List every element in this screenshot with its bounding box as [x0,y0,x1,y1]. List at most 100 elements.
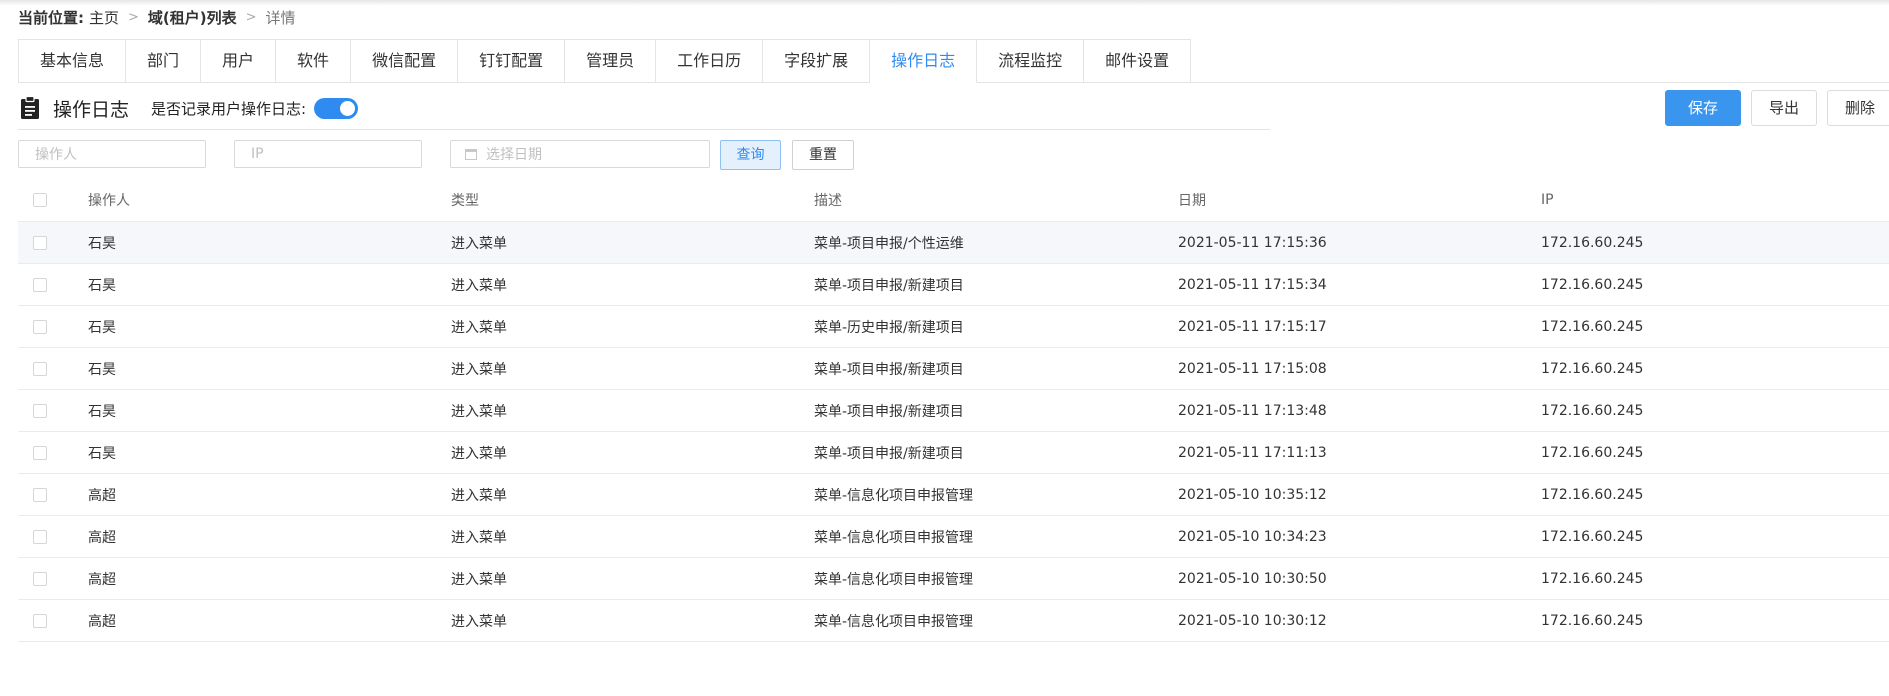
operator-cell: 石昊 [88,445,116,462]
delete-button[interactable]: 删除 [1826,90,1889,126]
table-header: 操作人 类型 描述 日期 IP [18,179,1889,222]
date-cell: 2021-05-10 10:30:12 [1178,612,1327,629]
table-row[interactable]: 石昊 进入菜单 菜单-项目申报/新建项目 2021-05-11 17:13:48… [18,390,1889,432]
operation-log-table: 操作人 类型 描述 日期 IP 石昊 进入菜单 菜单-项目申报/个性运维 202… [18,179,1889,642]
row-checkbox[interactable] [33,571,47,586]
table-row[interactable]: 石昊 进入菜单 菜单-项目申报/个性运维 2021-05-11 17:15:36… [18,222,1889,264]
ip-cell: 172.16.60.245 [1541,528,1644,545]
row-checkbox[interactable] [33,277,47,292]
type-cell: 进入菜单 [451,403,507,420]
query-button[interactable]: 查询 [720,140,781,170]
tab-software[interactable]: 软件 [276,40,352,83]
save-button[interactable]: 保存 [1664,90,1741,126]
operator-placeholder: 操作人 [35,147,77,163]
ip-cell: 172.16.60.245 [1541,612,1644,629]
operator-cell: 高超 [88,571,116,588]
tab-field-extension[interactable]: 字段扩展 [763,40,871,83]
column-header-description[interactable]: 描述 [814,179,842,221]
tab-departments[interactable]: 部门 [126,40,202,83]
operator-cell: 高超 [88,613,116,630]
select-all-cell [33,179,47,221]
table-row[interactable]: 石昊 进入菜单 菜单-项目申报/新建项目 2021-05-11 17:15:08… [18,348,1889,390]
breadcrumb-domain-list[interactable]: 域(租户)列表 [148,7,237,28]
description-cell: 菜单-项目申报/新建项目 [814,403,964,420]
row-checkbox[interactable] [33,445,47,460]
breadcrumb-current: 详情 [265,8,296,27]
ip-placeholder: IP [251,146,264,162]
description-cell: 菜单-信息化项目申报管理 [814,487,974,504]
table-body: 石昊 进入菜单 菜单-项目申报/个性运维 2021-05-11 17:15:36… [18,222,1889,642]
log-toggle-label: 是否记录用户操作日志: [151,99,307,118]
ip-input[interactable]: IP [234,140,422,168]
ip-cell: 172.16.60.245 [1541,234,1644,251]
ip-cell: 172.16.60.245 [1541,402,1644,419]
table-row[interactable]: 石昊 进入菜单 菜单-历史申报/新建项目 2021-05-11 17:15:17… [18,306,1889,348]
operator-cell: 石昊 [88,403,116,420]
operator-cell: 石昊 [88,277,116,294]
type-cell: 进入菜单 [451,487,507,504]
description-cell: 菜单-项目申报/新建项目 [814,445,964,462]
log-toggle-switch[interactable] [314,97,359,119]
breadcrumb-label: 当前位置: [18,8,84,27]
row-checkbox[interactable] [33,235,47,250]
date-picker[interactable]: 选择日期 [450,140,710,168]
section-title: 操作日志 [53,98,130,121]
operator-cell: 高超 [88,529,116,546]
tab-wechat-config[interactable]: 微信配置 [351,40,459,83]
row-checkbox[interactable] [33,613,47,628]
date-cell: 2021-05-11 17:15:08 [1178,360,1327,377]
table-row[interactable]: 高超 进入菜单 菜单-信息化项目申报管理 2021-05-10 10:30:12… [18,600,1889,642]
table-row[interactable]: 石昊 进入菜单 菜单-项目申报/新建项目 2021-05-11 17:15:34… [18,264,1889,306]
date-placeholder: 选择日期 [486,147,542,163]
ip-cell: 172.16.60.245 [1541,276,1644,293]
tab-admins[interactable]: 管理员 [565,40,657,83]
tab-dingtalk-config[interactable]: 钉钉配置 [458,40,566,83]
operator-cell: 石昊 [88,319,116,336]
ip-cell: 172.16.60.245 [1541,444,1644,461]
operator-cell: 石昊 [88,235,116,252]
top-shadow [0,0,1889,6]
row-checkbox[interactable] [33,487,47,502]
tab-work-calendar[interactable]: 工作日历 [656,40,764,83]
tab-mail-settings[interactable]: 邮件设置 [1084,40,1192,83]
column-header-type[interactable]: 类型 [451,179,479,221]
ip-cell: 172.16.60.245 [1541,570,1644,587]
operator-cell: 高超 [88,487,116,504]
row-checkbox[interactable] [33,529,47,544]
table-row[interactable]: 高超 进入菜单 菜单-信息化项目申报管理 2021-05-10 10:35:12… [18,474,1889,516]
select-all-checkbox[interactable] [33,193,47,207]
calendar-icon [465,148,477,160]
row-select-cell [33,306,47,347]
date-cell: 2021-05-11 17:11:13 [1178,444,1327,461]
table-row[interactable]: 石昊 进入菜单 菜单-项目申报/新建项目 2021-05-11 17:11:13… [18,432,1889,474]
type-cell: 进入菜单 [451,529,507,546]
row-select-cell [33,558,47,599]
tab-process-monitor[interactable]: 流程监控 [977,40,1085,83]
description-cell: 菜单-项目申报/新建项目 [814,361,964,378]
action-bar: 保存 导出 删除 [1655,90,1889,126]
type-cell: 进入菜单 [451,361,507,378]
operator-input[interactable]: 操作人 [18,140,206,168]
tab-users[interactable]: 用户 [201,40,277,83]
tab-operation-log[interactable]: 操作日志 [870,40,978,83]
table-row[interactable]: 高超 进入菜单 菜单-信息化项目申报管理 2021-05-10 10:34:23… [18,516,1889,558]
type-cell: 进入菜单 [451,445,507,462]
row-select-cell [33,516,47,557]
table-row[interactable]: 高超 进入菜单 菜单-信息化项目申报管理 2021-05-10 10:30:50… [18,558,1889,600]
reset-button[interactable]: 重置 [792,140,854,170]
type-cell: 进入菜单 [451,235,507,252]
toggle-knob [340,100,356,116]
tab-basic-info[interactable]: 基本信息 [19,40,127,83]
column-header-operator[interactable]: 操作人 [88,179,130,221]
column-header-ip[interactable]: IP [1541,179,1554,221]
row-checkbox[interactable] [33,403,47,418]
row-checkbox[interactable] [33,361,47,376]
column-header-date[interactable]: 日期 [1178,179,1206,221]
breadcrumb-home[interactable]: 主页 [89,7,119,28]
row-checkbox[interactable] [33,319,47,334]
operator-cell: 石昊 [88,361,116,378]
export-button[interactable]: 导出 [1750,90,1817,126]
type-cell: 进入菜单 [451,613,507,630]
tab-bar: 基本信息 部门 用户 软件 微信配置 钉钉配置 管理员 工作日历 字段扩展 操作… [18,39,1192,83]
type-cell: 进入菜单 [451,277,507,294]
